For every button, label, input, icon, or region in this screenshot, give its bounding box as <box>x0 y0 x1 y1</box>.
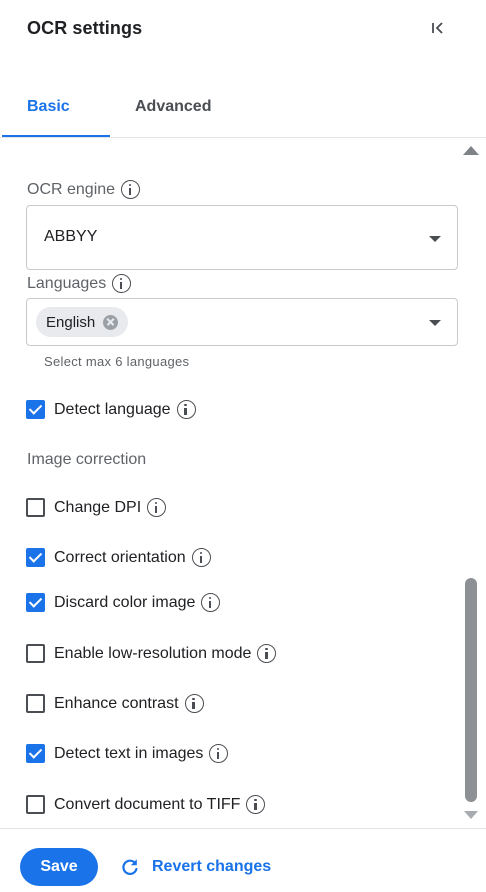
tab-basic[interactable]: Basic <box>27 98 70 116</box>
correct-orientation-label: Correct orientation <box>54 548 186 566</box>
discard-color-image-label: Discard color image <box>54 593 196 611</box>
info-icon[interactable] <box>191 548 211 567</box>
correct-orientation-checkbox[interactable]: Correct orientation <box>26 548 211 567</box>
info-icon[interactable] <box>246 795 266 814</box>
info-icon[interactable] <box>201 593 221 612</box>
enhance-contrast-label: Enhance contrast <box>54 694 179 712</box>
checkbox-unchecked-icon[interactable] <box>26 795 45 814</box>
active-tab-indicator <box>2 135 110 137</box>
info-icon[interactable] <box>184 694 204 713</box>
panel-footer: Save Revert changes <box>0 828 486 892</box>
detect-text-in-images-checkbox[interactable]: Detect text in images <box>26 744 229 763</box>
scroll-down-arrow-icon[interactable] <box>464 811 478 819</box>
checkbox-unchecked-icon[interactable] <box>26 498 45 517</box>
tab-bar: Basic Advanced <box>0 84 486 138</box>
languages-select[interactable]: English <box>26 298 458 346</box>
info-icon[interactable] <box>121 180 141 199</box>
ocr-engine-label-text: OCR engine <box>27 180 116 198</box>
enhance-contrast-checkbox[interactable]: Enhance contrast <box>26 694 204 713</box>
detect-language-label: Detect language <box>54 400 171 418</box>
info-icon[interactable] <box>257 644 277 663</box>
checkbox-unchecked-icon[interactable] <box>26 694 45 713</box>
chevron-down-icon <box>429 236 441 242</box>
panel-header: OCR settings <box>0 0 486 60</box>
low-resolution-mode-label: Enable low-resolution mode <box>54 644 252 662</box>
languages-helper-text: Select max 6 languages <box>44 354 190 369</box>
checkbox-checked-icon[interactable] <box>26 548 45 567</box>
checkbox-checked-icon[interactable] <box>26 744 45 763</box>
refresh-icon <box>122 859 138 875</box>
ocr-engine-value: ABBYY <box>44 228 98 245</box>
checkbox-checked-icon[interactable] <box>26 400 45 419</box>
discard-color-image-checkbox[interactable]: Discard color image <box>26 593 221 612</box>
change-dpi-checkbox[interactable]: Change DPI <box>26 498 167 517</box>
checkbox-checked-icon[interactable] <box>26 593 45 612</box>
convert-to-tiff-checkbox[interactable]: Convert document to TIFF <box>26 795 266 814</box>
chevron-down-icon <box>429 320 441 326</box>
detect-text-in-images-label: Detect text in images <box>54 744 204 762</box>
info-icon[interactable] <box>209 744 229 763</box>
scrollbar-thumb[interactable] <box>465 578 477 802</box>
panel-title: OCR settings <box>27 18 143 38</box>
save-button[interactable]: Save <box>20 848 98 886</box>
info-icon[interactable] <box>147 498 167 517</box>
info-icon[interactable] <box>176 400 196 419</box>
detect-language-checkbox[interactable]: Detect language <box>26 400 196 419</box>
tab-advanced[interactable]: Advanced <box>135 98 211 116</box>
collapse-panel-icon[interactable] <box>426 16 450 40</box>
language-chip: English <box>36 307 129 337</box>
low-resolution-mode-checkbox[interactable]: Enable low-resolution mode <box>26 644 277 663</box>
revert-changes-label: Revert changes <box>152 858 272 875</box>
checkbox-unchecked-icon[interactable] <box>26 644 45 663</box>
scroll-up-arrow-icon[interactable] <box>463 146 479 155</box>
revert-changes-button[interactable]: Revert changes <box>120 857 271 877</box>
ocr-engine-select[interactable]: ABBYY <box>26 205 458 270</box>
remove-chip-icon[interactable] <box>103 314 119 330</box>
settings-content: OCR engine ABBYY Languages English Selec… <box>0 138 486 828</box>
ocr-engine-label: OCR engine <box>27 180 141 199</box>
language-chip-label: English <box>46 313 96 331</box>
languages-label: Languages <box>27 274 132 293</box>
convert-to-tiff-label: Convert document to TIFF <box>54 795 241 813</box>
info-icon[interactable] <box>112 274 132 293</box>
languages-label-text: Languages <box>27 274 107 292</box>
change-dpi-label: Change DPI <box>54 498 142 516</box>
image-correction-heading: Image correction <box>27 451 147 468</box>
